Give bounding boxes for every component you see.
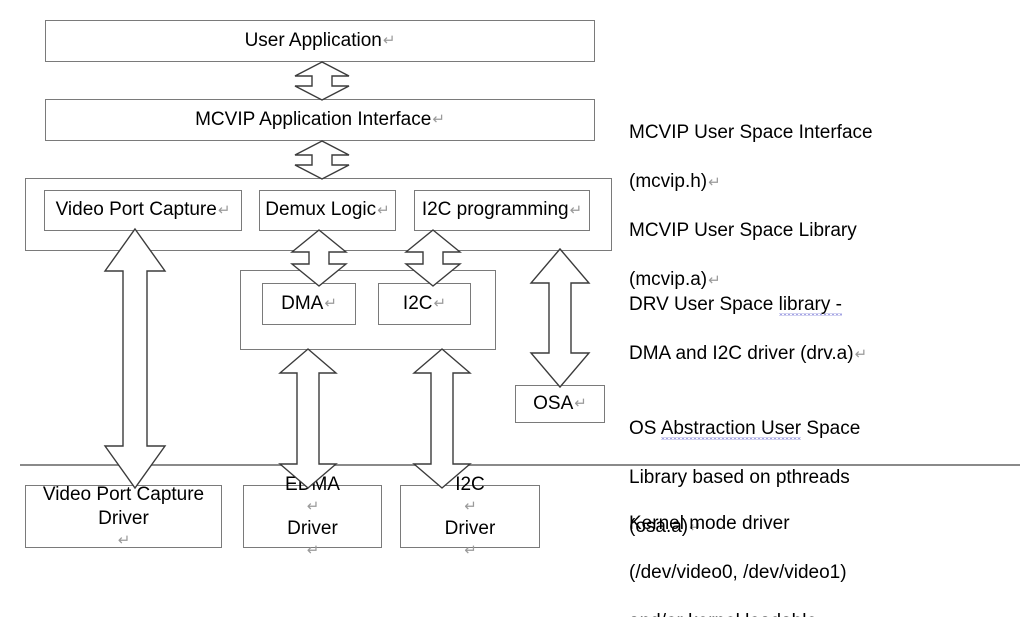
annotation-mcvip-interface-line1: MCVIP User Space Interface xyxy=(629,121,873,143)
annotation-osa-library-line1-pre: OS xyxy=(629,417,661,439)
annotation-mcvip-library-line1: MCVIP User Space Library xyxy=(629,219,857,241)
arrow-library-to-osa xyxy=(527,247,593,389)
annotation-mcvip-interface-line2: (mcvip.h) xyxy=(629,171,708,193)
pilcrow-mark: ↵ xyxy=(117,532,131,550)
annotation-drv-library-line1-pre: DRV User Space xyxy=(629,293,779,315)
box-demux-logic: Demux Logic ↵ xyxy=(259,190,396,231)
pilcrow-mark: ↵ xyxy=(464,541,477,559)
arrow-i2c-to-i2c-driver xyxy=(411,348,473,489)
arrow-userapp-to-interface xyxy=(294,61,350,101)
box-osa: OSA ↵ xyxy=(515,385,605,423)
annotation-kernel-driver-line3: and/or kernel loadable xyxy=(629,610,989,617)
box-i2c-label: I2C xyxy=(402,292,433,314)
box-osa-label: OSA xyxy=(533,392,574,414)
box-demux-logic-label: Demux Logic xyxy=(265,199,377,221)
pilcrow-mark: ↵ xyxy=(708,174,721,192)
box-i2c-programming-label: I2C programming xyxy=(421,199,569,221)
annotation-drv-library-line2: DMA and I2C driver (drv.a) xyxy=(629,343,854,365)
pilcrow-mark: ↵ xyxy=(569,201,583,219)
box-video-port-capture-driver: Video Port Capture Driver ↵ xyxy=(25,484,222,550)
pilcrow-mark: ↵ xyxy=(433,295,447,313)
annotation-drv-library-line1-squiggle: library - xyxy=(778,293,842,315)
box-i2c: I2C ↵ xyxy=(378,283,471,325)
arrow-interface-to-library xyxy=(294,140,350,180)
arrow-i2cprog-to-i2c xyxy=(404,229,462,287)
pilcrow-mark: ↵ xyxy=(854,346,868,364)
arrow-dma-to-edma-driver xyxy=(277,348,339,489)
arrow-videoportcapture-to-driver xyxy=(102,227,168,490)
pilcrow-mark: ↵ xyxy=(432,111,445,129)
pilcrow-mark: ↵ xyxy=(574,395,587,413)
arrow-demux-to-dma xyxy=(290,229,348,287)
box-video-port-capture: Video Port Capture ↵ xyxy=(44,190,242,231)
box-edma-driver-line2: Driver xyxy=(287,517,338,539)
box-mcvip-application-interface-label: MCVIP Application Interface xyxy=(195,108,432,130)
annotation-kernel-driver-line1: Kernel mode driver xyxy=(629,512,790,534)
box-video-port-capture-driver-line2: Driver xyxy=(98,507,149,529)
pilcrow-mark: ↵ xyxy=(382,32,396,50)
box-dma-label: DMA xyxy=(281,292,324,314)
box-video-port-capture-label: Video Port Capture xyxy=(55,199,217,221)
annotation-osa-library-line1-squiggle: Abstraction User xyxy=(660,417,802,439)
box-i2c-programming: I2C programming ↵ xyxy=(414,190,590,231)
pilcrow-mark: ↵ xyxy=(464,498,477,516)
annotation-kernel-driver: Kernel mode driver (/dev/video0, /dev/vi… xyxy=(629,487,989,617)
box-dma: DMA ↵ xyxy=(262,283,356,325)
box-edma-driver: EDMA↵ Driver↵ xyxy=(243,474,382,559)
pilcrow-mark: ↵ xyxy=(306,498,320,516)
architecture-diagram: User Application ↵ MCVIP Application Inte… xyxy=(0,0,1022,617)
annotation-osa-library-line1-post: Space xyxy=(801,417,861,439)
box-i2c-driver-line2: Driver xyxy=(444,517,496,539)
box-mcvip-application-interface: MCVIP Application Interface ↵ xyxy=(45,99,595,141)
pilcrow-mark: ↵ xyxy=(324,295,337,313)
pilcrow-mark: ↵ xyxy=(217,201,231,219)
pilcrow-mark: ↵ xyxy=(306,541,320,559)
annotation-drv-library: DRV User Space library - DMA and I2C dri… xyxy=(629,268,969,391)
annotation-kernel-driver-line2: (/dev/video0, /dev/video1) xyxy=(629,562,847,584)
box-user-application: User Application ↵ xyxy=(45,20,595,62)
pilcrow-mark: ↵ xyxy=(377,201,390,219)
box-i2c-driver: I2C ↵ Driver ↵ xyxy=(400,474,540,559)
box-user-application-label: User Application xyxy=(244,29,382,51)
